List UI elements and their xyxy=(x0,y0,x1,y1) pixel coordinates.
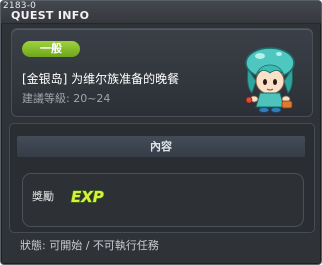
reward-box: 獎勵 EXP xyxy=(22,173,304,227)
exp-icon: EXP xyxy=(70,187,104,206)
npc-portrait-icon xyxy=(245,47,295,113)
quest-info-window: 2183-0 QUEST INFO 一般 [金银岛] 为维尔族准备的晚餐 建議等… xyxy=(0,0,322,265)
quest-status-text: 狀態: 可開始 / 不可執行任務 xyxy=(20,239,159,252)
quest-category-badge: 一般 xyxy=(22,41,80,57)
quest-header-panel: 一般 [金银岛] 为维尔族准备的晚餐 建議等級: 20~24 xyxy=(11,28,313,117)
exp-icon-text: EXP xyxy=(71,188,104,206)
quest-name: [金银岛] 为维尔族准备的晚餐 xyxy=(22,72,180,86)
quest-content-panel: 內容 獎勵 EXP xyxy=(9,123,315,233)
content-section-header: 內容 xyxy=(17,136,305,157)
recommended-level: 建議等級: 20~24 xyxy=(22,92,111,105)
window-title: QUEST INFO xyxy=(11,9,90,22)
title-bar[interactable]: 2183-0 QUEST INFO xyxy=(1,1,321,24)
reward-label: 獎勵 xyxy=(32,190,54,203)
